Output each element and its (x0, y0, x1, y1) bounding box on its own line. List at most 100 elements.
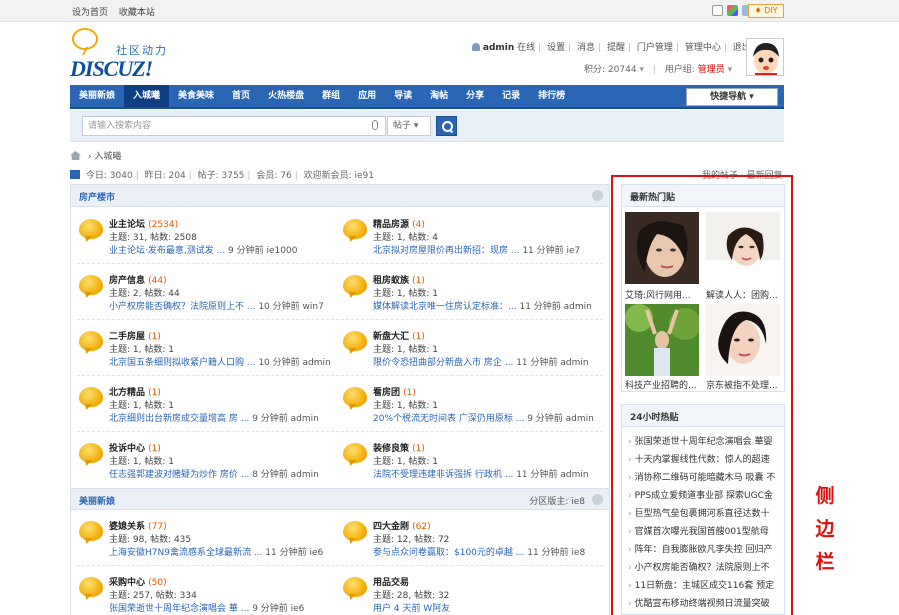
credits-value[interactable]: 20744 (608, 65, 637, 75)
home-icon[interactable] (70, 151, 81, 160)
nav-item-7[interactable]: 导读 (385, 85, 421, 107)
forum-name[interactable]: 二手房屋 (109, 332, 145, 342)
diy-button[interactable]: ♦ DIY (748, 4, 784, 18)
forum-item[interactable]: 看房团 (1) 主题: 1, 帖数: 1 20%个税流无时间表 广深仍用原标 .… (335, 383, 601, 437)
category-title[interactable]: 美丽新娘 (79, 494, 115, 507)
site-logo[interactable]: 社区动力 DISCUZ! (68, 28, 178, 82)
nav-item-4[interactable]: 火热楼盘 (259, 85, 313, 107)
forum-item[interactable]: 新盘大汇 (1) 主题: 1, 帖数: 1 限价令恐扭曲部分新盘入市 房企 ..… (335, 327, 601, 381)
hot-post-link[interactable]: 张国荣逝世十周年纪念演唱会 華婴 (628, 434, 780, 447)
forum-name[interactable]: 新盘大汇 (373, 332, 409, 342)
forum-last-post[interactable]: 业主论坛·发布最意,测试发 ... (109, 246, 225, 256)
nav-item-0[interactable]: 美丽新娘 (70, 85, 124, 107)
forum-item[interactable]: 租房蚁族 (1) 主题: 1, 帖数: 1 媒体解读北京唯一住房认定标准：...… (335, 271, 601, 325)
forum-item[interactable]: 采购中心 (50) 主题: 257, 帖数: 334 张国荣逝世十周年纪念演唱会… (71, 573, 337, 615)
forum-name[interactable]: 装修良策 (373, 444, 409, 454)
forum-item[interactable]: 业主论坛 (2534) 主题: 31, 帖数: 2508 业主论坛·发布最意,测… (71, 215, 337, 269)
bookmark-link[interactable]: 收藏本站 (119, 8, 155, 18)
credits-arrow-icon[interactable]: ▾ (639, 65, 644, 75)
forum-name[interactable]: 看房团 (373, 388, 400, 398)
collapse-toggle-icon[interactable] (592, 494, 603, 505)
nav-item-11[interactable]: 排行榜 (529, 85, 574, 107)
forum-last-post[interactable]: 张国荣逝世十周年纪念演唱会 華 ... (109, 604, 249, 614)
menu-admin-center[interactable]: 管理中心 (685, 43, 721, 53)
forum-name[interactable]: 租房蚁族 (373, 276, 409, 286)
nav-item-1[interactable]: 入城曦 (124, 85, 170, 107)
forum-name[interactable]: 采购中心 (109, 578, 145, 588)
search-input[interactable]: 请输入搜索内容 (82, 116, 386, 136)
forum-last-post[interactable]: 法院不受理违建非诉强拆 行政机 ... (373, 470, 513, 480)
forum-last-post[interactable]: 参与点众问卷赢取：$100元的卓越 ... (373, 548, 524, 558)
microphone-icon[interactable] (372, 120, 378, 130)
nav-item-3[interactable]: 首页 (223, 85, 259, 107)
image-caption[interactable]: 艾琦:风行网用... (625, 288, 701, 301)
stat-newest-member[interactable]: 欢迎新会员: ie91 (304, 171, 374, 181)
forum-item[interactable]: 精品房源 (4) 主题: 1, 帖数: 4 北京拟对房屋限价再出新招：现房 ..… (335, 215, 601, 269)
forum-item[interactable]: 投诉中心 (1) 主题: 1, 帖数: 1 任志强郭建波对赌疑为炒作 房价 ..… (71, 439, 337, 493)
forum-last-post[interactable]: 北京拟对房屋限价再出新招：现房 ... (373, 246, 519, 256)
forum-item[interactable]: 房产信息 (44) 主题: 2, 帖数: 44 小产权房能否确权？法院原则上不 … (71, 271, 337, 325)
category-title[interactable]: 房产楼市 (79, 190, 115, 203)
forum-last-post[interactable]: 媒体解读北京唯一住房认定标准：... (373, 302, 517, 312)
forum-item[interactable]: 婆媳关系 (77) 主题: 98, 帖数: 435 上海安徽H7N9禽流感系全球… (71, 517, 337, 571)
forum-item[interactable]: 北方精品 (1) 主题: 1, 帖数: 1 北京细则出台新房成交量增高 房 ..… (71, 383, 337, 437)
hot-post-link[interactable]: 11日新盘：主城区成交116套 预定 (628, 578, 780, 591)
portrait-photo-2-icon[interactable] (706, 212, 780, 284)
forum-item[interactable]: 二手房屋 (1) 主题: 1, 帖数: 1 北京国五条细则拟收紧户籍人口购 ..… (71, 327, 337, 381)
forum-last-post[interactable]: 上海安徽H7N9禽流感系全球最新流 ... (109, 548, 262, 558)
image-caption[interactable]: 科技产业招聘的... (625, 378, 701, 391)
menu-portal-admin[interactable]: 门户管理 (637, 43, 673, 53)
forum-last-post[interactable]: 限价令恐扭曲部分新盘入市 房企 ... (373, 358, 513, 368)
forum-name[interactable]: 婆媳关系 (109, 522, 145, 532)
search-button[interactable] (436, 116, 457, 136)
portrait-photo-3-icon[interactable] (625, 304, 699, 376)
forum-name[interactable]: 投诉中心 (109, 444, 145, 454)
forum-last-post[interactable]: 用户 4 天前 W阿友 (373, 604, 450, 614)
forum-name[interactable]: 精品房源 (373, 220, 409, 230)
forum-name[interactable]: 房产信息 (109, 276, 145, 286)
hot-post-link[interactable]: PPS成立爱频道事业部 探索UGC金 (628, 488, 780, 501)
portrait-photo-1-icon[interactable] (625, 212, 699, 284)
group-value[interactable]: 管理员 (698, 65, 725, 75)
username-link[interactable]: admin (483, 43, 514, 53)
nav-item-6[interactable]: 应用 (349, 85, 385, 107)
fullscreen-icon[interactable] (712, 5, 723, 16)
nav-item-5[interactable]: 群组 (313, 85, 349, 107)
nav-item-2[interactable]: 美食美味 (169, 85, 223, 107)
collapse-toggle-icon[interactable] (592, 190, 603, 201)
forum-item[interactable]: 四大金刚 (62) 主题: 12, 帖数: 72 参与点众问卷赢取：$100元的… (335, 517, 601, 571)
hot-post-link[interactable]: 小产权房能否确权？法院原则上不 (628, 560, 780, 573)
forum-last-post[interactable]: 任志强郭建波对赌疑为炒作 房价 ... (109, 470, 249, 480)
forum-name[interactable]: 北方精品 (109, 388, 145, 398)
nav-item-8[interactable]: 淘帖 (421, 85, 457, 107)
forum-last-post[interactable]: 北京细则出台新房成交量增高 房 ... (109, 414, 249, 424)
hot-post-link[interactable]: 消协称二维码可能暗藏木马 吸囊 不 (628, 470, 780, 483)
set-homepage-link[interactable]: 设为首页 (72, 8, 108, 18)
avatar[interactable] (746, 38, 784, 76)
forum-name[interactable]: 业主论坛 (109, 220, 145, 230)
nav-item-10[interactable]: 记录 (493, 85, 529, 107)
forum-last-post[interactable]: 20%个税流无时间表 广深仍用原标 ... (373, 414, 524, 424)
breadcrumb-current[interactable]: 入城曦 (94, 152, 121, 162)
quick-nav-button[interactable]: 快捷导航 ▾ (686, 88, 778, 106)
forum-name[interactable]: 四大金刚 (373, 522, 409, 532)
hot-post-link[interactable]: 阵年：自我膨胀欧凡李失控 回归产 (628, 542, 780, 555)
hot-post-link[interactable]: 优酷宣布移动终端视频日流量突破 (628, 596, 780, 609)
menu-messages[interactable]: 消息 (577, 43, 595, 53)
portrait-photo-4-icon[interactable] (706, 304, 780, 376)
hot-post-link[interactable]: 官媒首次曝光我国首艘001型航母 (628, 524, 780, 537)
search-type-select[interactable]: 帖子 ▾ (387, 116, 431, 136)
nav-item-9[interactable]: 分享 (457, 85, 493, 107)
forum-last-post[interactable]: 小产权房能否确权？法院原则上不 ... (109, 302, 255, 312)
hot-post-link[interactable]: 十天内掌握线性代数：惊人的超速 (628, 452, 780, 465)
forum-item[interactable]: 用品交易 主题: 28, 帖数: 32 用户 4 天前 W阿友 (335, 573, 601, 615)
forum-name[interactable]: 用品交易 (373, 578, 409, 588)
style-icon[interactable] (727, 5, 738, 16)
hot-post-link[interactable]: 巨型热气垒包裹拥河系直径达数十 (628, 506, 780, 519)
menu-settings[interactable]: 设置 (547, 43, 565, 53)
group-arrow-icon[interactable]: ▾ (728, 65, 733, 75)
image-caption[interactable]: 解读人人：团购... (706, 288, 782, 301)
menu-notices[interactable]: 提醒 (607, 43, 625, 53)
category-moderator[interactable]: 分区版主: ie8 (529, 494, 585, 507)
image-caption[interactable]: 京东被指不处理... (706, 378, 782, 391)
